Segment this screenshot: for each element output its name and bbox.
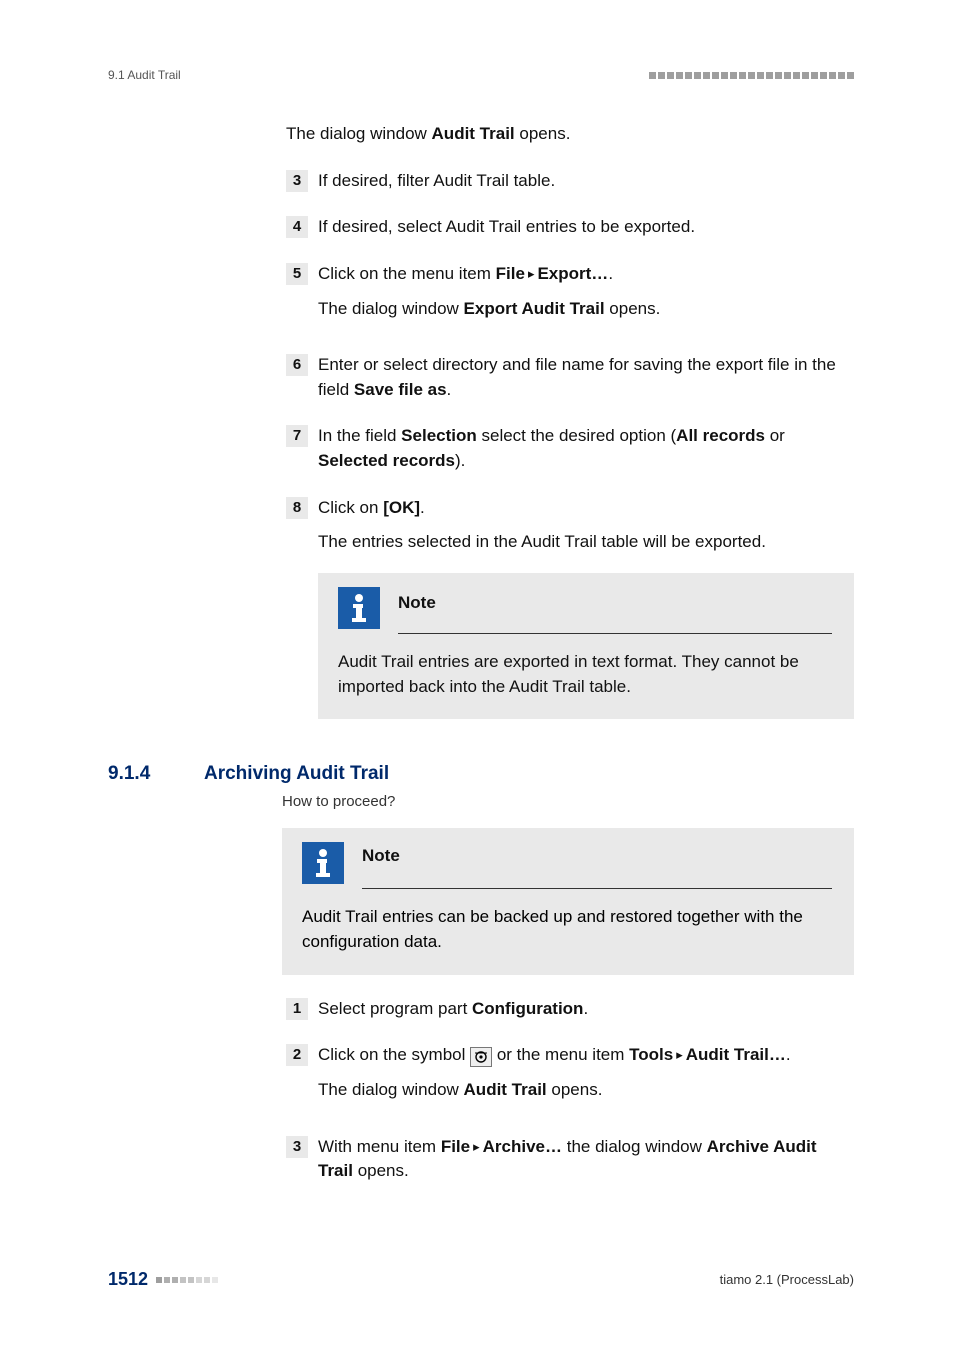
- step-number: 3: [286, 170, 308, 192]
- step-body: With menu item FileArchive… the dialog w…: [318, 1135, 854, 1184]
- step-3: 3 If desired, filter Audit Trail table.: [286, 169, 854, 194]
- step-number: 7: [286, 425, 308, 447]
- product-name: tiamo 2.1 (ProcessLab): [720, 1272, 854, 1287]
- menu-arrow-icon: [470, 1137, 483, 1156]
- step-number: 4: [286, 216, 308, 238]
- step-number: 2: [286, 1044, 308, 1066]
- step-number: 8: [286, 497, 308, 519]
- note-title: Note: [398, 591, 436, 616]
- step-5: 5 Click on the menu item FileExport…. Th…: [286, 262, 854, 331]
- step-number: 6: [286, 354, 308, 376]
- footer-ornament: [156, 1277, 218, 1283]
- step-4: 4 If desired, select Audit Trail entries…: [286, 215, 854, 240]
- step-number: 5: [286, 263, 308, 285]
- intro-paragraph: The dialog window Audit Trail opens.: [286, 122, 854, 147]
- menu-arrow-icon: [673, 1045, 686, 1064]
- info-icon: [302, 842, 344, 884]
- section-number: 9.1.4: [108, 763, 204, 785]
- step-number: 3: [286, 1136, 308, 1158]
- step-body: Select program part Configuration.: [318, 997, 854, 1022]
- note-box: Note Audit Trail entries are exported in…: [318, 573, 854, 719]
- step-body: If desired, filter Audit Trail table.: [318, 169, 854, 194]
- step-number: 1: [286, 998, 308, 1020]
- step-b1: 1 Select program part Configuration.: [286, 997, 854, 1022]
- info-icon: [338, 587, 380, 629]
- step-body: Click on the menu item FileExport…. The …: [318, 262, 854, 331]
- section-title: Archiving Audit Trail: [204, 763, 389, 785]
- section-heading: 9.1.4 Archiving Audit Trail: [108, 763, 854, 785]
- step-8: 8 Click on [OK]. The entries selected in…: [286, 496, 854, 720]
- note-title: Note: [362, 846, 400, 866]
- step-body: Click on [OK]. The entries selected in t…: [318, 496, 854, 720]
- step-7: 7 In the field Selection select the desi…: [286, 424, 854, 473]
- audit-trail-toolbar-icon: [470, 1047, 492, 1067]
- page-number: 1512: [108, 1269, 218, 1290]
- note-body: Audit Trail entries are exported in text…: [338, 650, 832, 699]
- section-ref: 9.1 Audit Trail: [108, 68, 181, 82]
- how-to-proceed: How to proceed?: [282, 793, 854, 810]
- step-b3: 3 With menu item FileArchive… the dialog…: [286, 1135, 854, 1184]
- step-b2: 2 Click on the symbol or the menu item T…: [286, 1043, 854, 1112]
- note-body: Audit Trail entries can be backed up and…: [302, 905, 832, 954]
- step-body: In the field Selection select the desire…: [318, 424, 854, 473]
- menu-arrow-icon: [525, 264, 538, 283]
- note-box: Note Audit Trail entries can be backed u…: [282, 828, 854, 974]
- step-6: 6 Enter or select directory and file nam…: [286, 353, 854, 402]
- step-body: Enter or select directory and file name …: [318, 353, 854, 402]
- header-ornament: [649, 72, 854, 79]
- running-header: 9.1 Audit Trail: [108, 68, 854, 82]
- step-body: Click on the symbol or the menu item Too…: [318, 1043, 854, 1112]
- step-body: If desired, select Audit Trail entries t…: [318, 215, 854, 240]
- page-footer: 1512 tiamo 2.1 (ProcessLab): [108, 1269, 854, 1290]
